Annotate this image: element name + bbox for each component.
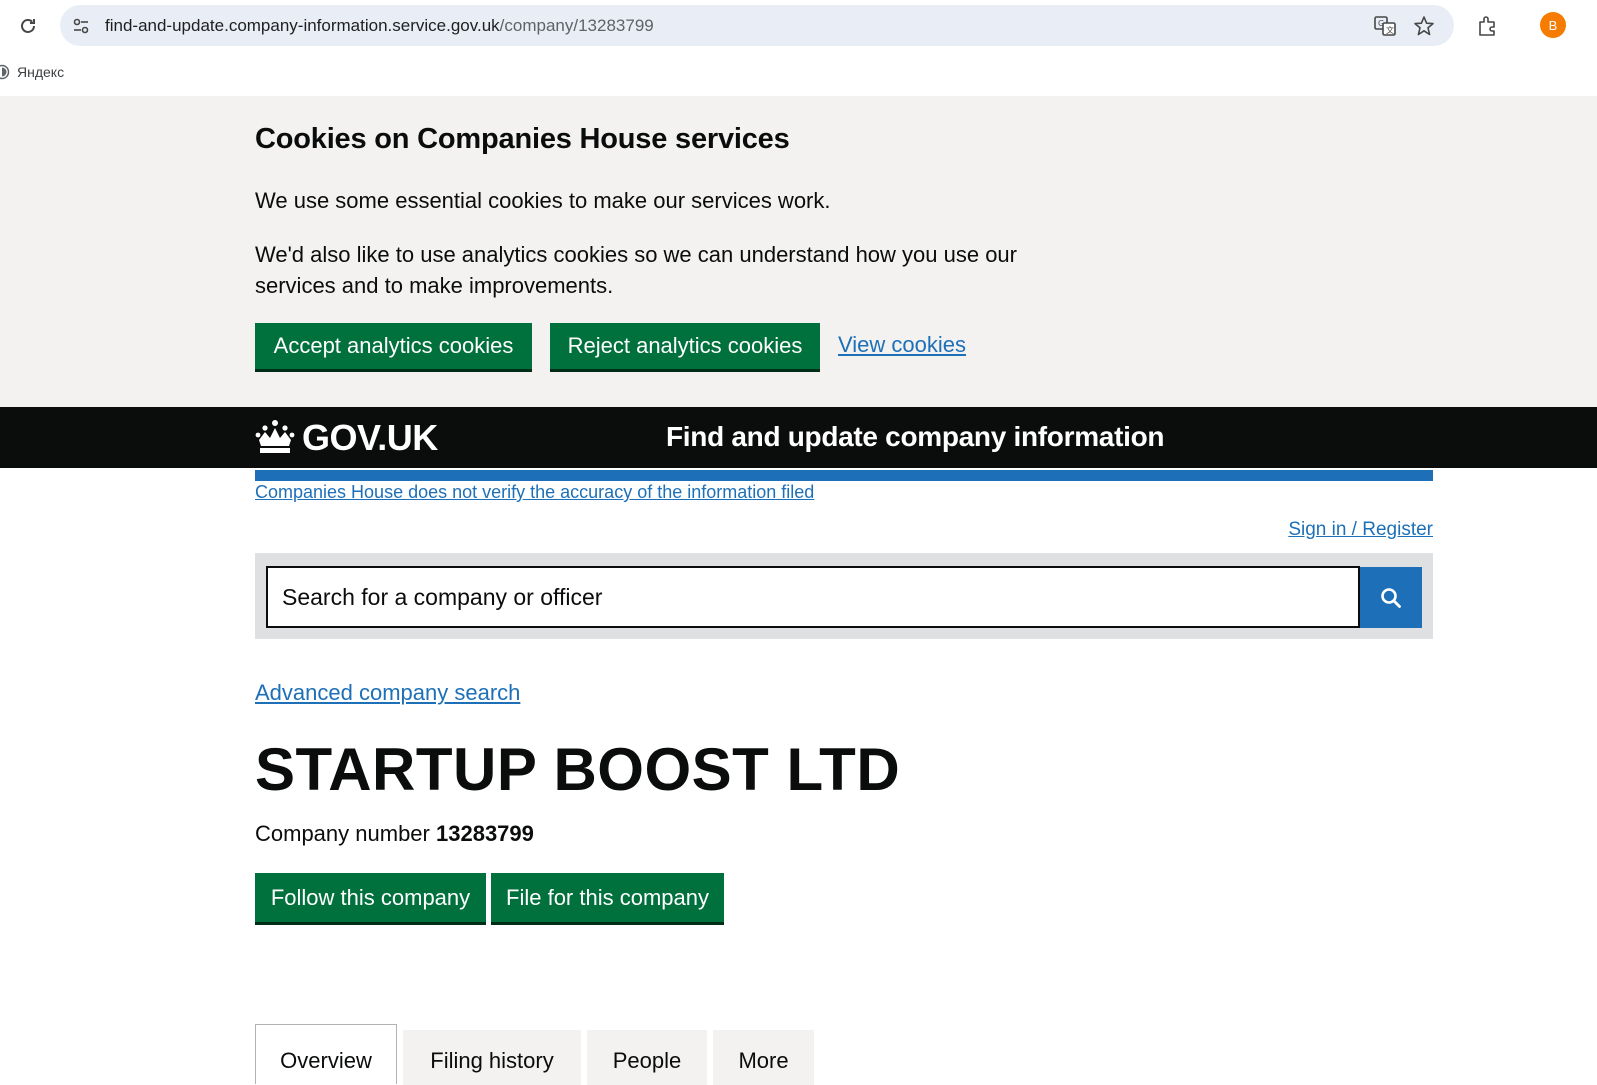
svg-text:文: 文 (1386, 25, 1394, 35)
tab-more[interactable]: More (713, 1030, 814, 1085)
browser-toolbar: find-and-update.company-information.serv… (0, 0, 1597, 52)
profile-avatar[interactable]: B (1540, 12, 1566, 38)
search-input[interactable]: Search for a company or officer (266, 566, 1360, 628)
follow-company-button[interactable]: Follow this company (255, 873, 486, 922)
company-number: Company number 13283799 (255, 821, 534, 847)
address-bar[interactable]: find-and-update.company-information.serv… (60, 5, 1454, 46)
company-number-value: 13283799 (436, 821, 534, 846)
govuk-header: GOV.UK Find and update company informati… (0, 407, 1597, 468)
reload-icon[interactable] (14, 12, 42, 40)
view-cookies-link[interactable]: View cookies (838, 332, 966, 358)
yandex-icon (0, 64, 10, 80)
translate-icon[interactable]: G文 (1373, 14, 1397, 38)
cookie-banner-title: Cookies on Companies House services (255, 123, 790, 155)
url-path: /company/13283799 (499, 16, 654, 35)
company-number-label: Company number (255, 821, 430, 846)
accuracy-notice-link[interactable]: Companies House does not verify the accu… (255, 482, 814, 503)
file-for-company-button[interactable]: File for this company (491, 873, 724, 922)
url-host: find-and-update.company-information.serv… (105, 16, 500, 35)
bookmarks-bar: Яндекс (0, 52, 1597, 96)
search-icon (1381, 587, 1401, 608)
govuk-logo[interactable]: GOV.UK (302, 417, 438, 459)
company-name-heading: STARTUP BOOST LTD (255, 736, 901, 803)
crown-icon[interactable] (255, 418, 295, 456)
bookmark-star-icon[interactable] (1412, 14, 1436, 38)
header-blue-stripe (255, 470, 1433, 481)
cookie-banner-analytics-text: We'd also like to use analytics cookies … (255, 242, 1017, 298)
bookmark-label: Яндекс (17, 64, 65, 80)
reject-analytics-cookies-button[interactable]: Reject analytics cookies (550, 323, 820, 369)
advanced-company-search-link[interactable]: Advanced company search (255, 680, 520, 706)
sign-in-register-link[interactable]: Sign in / Register (1288, 519, 1433, 541)
extensions-icon[interactable] (1476, 14, 1500, 38)
cookie-banner-text: We use some essential cookies to make ou… (255, 188, 831, 213)
search-button[interactable] (1360, 567, 1422, 628)
search-panel: Search for a company or officer (255, 553, 1433, 639)
tab-filing-history[interactable]: Filing history (403, 1030, 581, 1085)
tab-overview[interactable]: Overview (255, 1024, 397, 1084)
site-info-icon[interactable] (70, 15, 92, 37)
svg-text:G: G (1378, 19, 1384, 28)
tab-people[interactable]: People (587, 1030, 707, 1085)
service-name[interactable]: Find and update company information (666, 421, 1164, 453)
cookie-banner: Cookies on Companies House services We u… (0, 96, 1597, 407)
accept-analytics-cookies-button[interactable]: Accept analytics cookies (255, 323, 532, 369)
bookmark-yandex[interactable]: Яндекс (0, 64, 64, 80)
url-text[interactable]: find-and-update.company-information.serv… (105, 16, 654, 36)
